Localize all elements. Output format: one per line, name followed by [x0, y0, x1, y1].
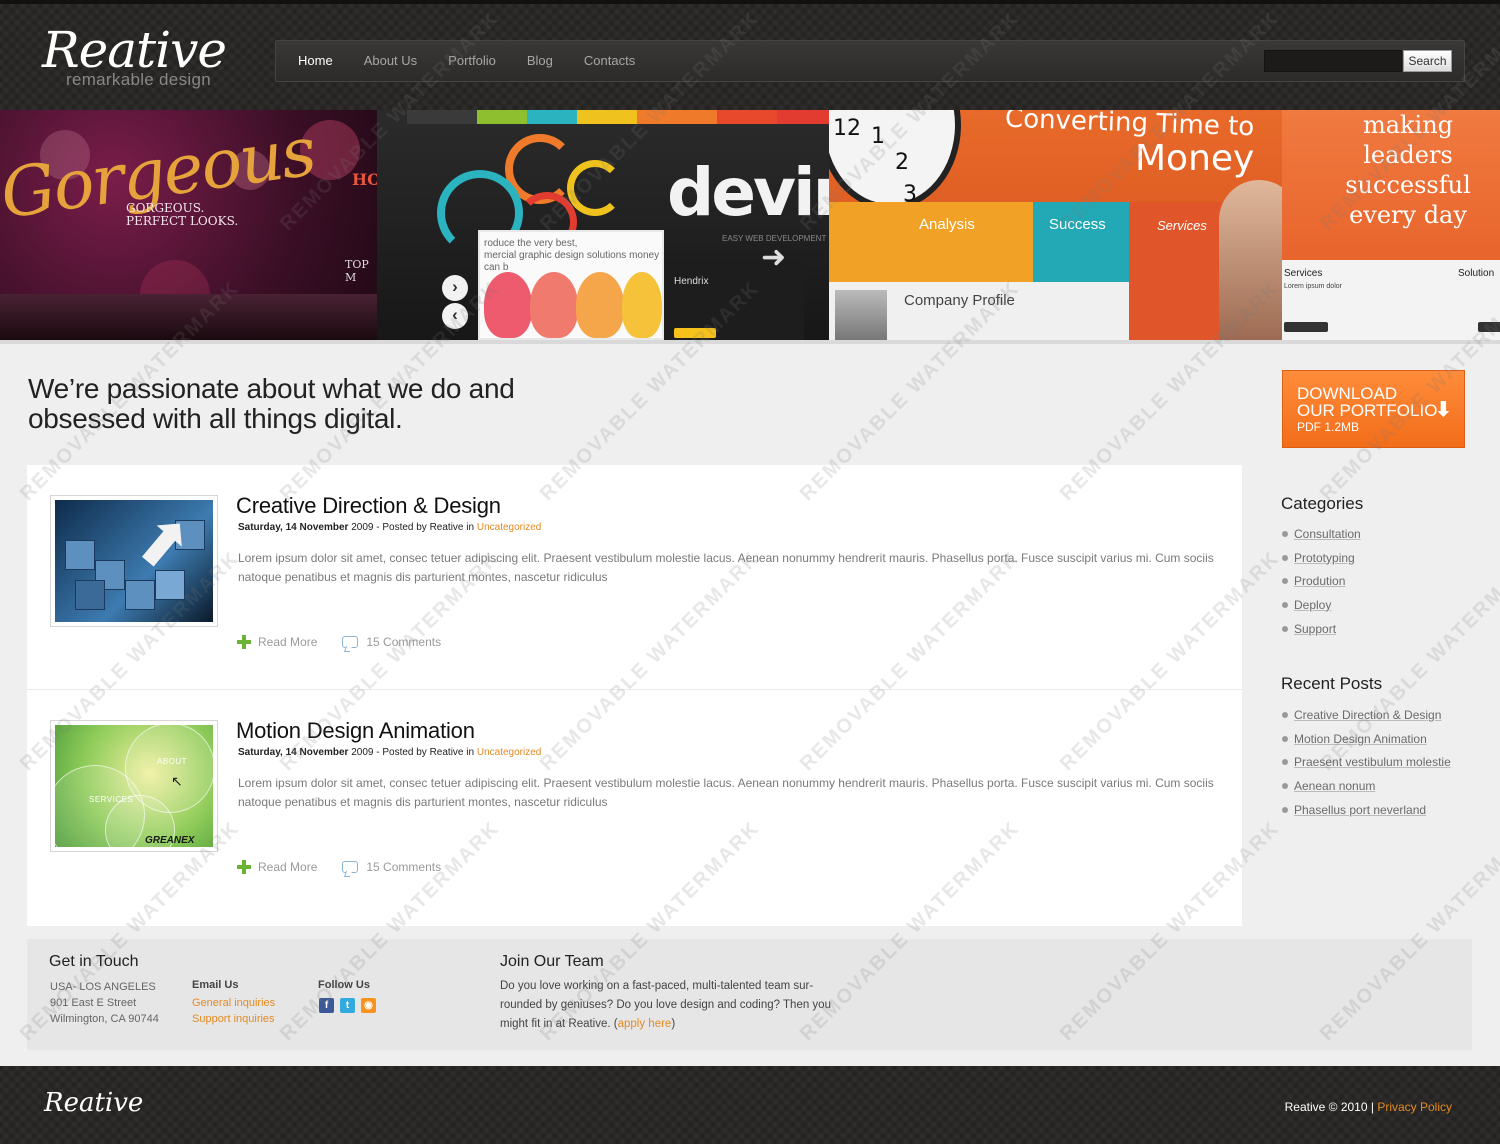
nav-home[interactable]: Home: [298, 53, 333, 68]
join-team-text: Do you love working on a fast-paced, mul…: [500, 980, 831, 1030]
search-button[interactable]: Search: [1403, 50, 1452, 72]
email-links: General inquiries Support inquiries: [192, 995, 275, 1027]
site-logo[interactable]: Reative remarkable design: [42, 22, 242, 94]
chevron-left-icon[interactable]: ‹: [442, 303, 468, 329]
portfolio-banner: Gorgeous GORGEOUS. PERFECT LOOKS. HO TOP…: [0, 110, 1500, 344]
recent-post-item[interactable]: Praesent vestibulum molestie: [1282, 750, 1451, 774]
plus-icon: [237, 635, 251, 649]
search-input[interactable]: [1264, 50, 1402, 72]
banner-tile: Analysis: [903, 202, 1033, 282]
recent-posts-list: Creative Direction & Design Motion Desig…: [1282, 703, 1451, 821]
comments-link[interactable]: 15 Comments: [366, 635, 441, 649]
category-item[interactable]: Consultation: [1282, 522, 1361, 546]
blog-post: ⬆ Creative Direction & Design Saturday, …: [27, 465, 1242, 689]
post-title[interactable]: Motion Design Animation: [236, 718, 475, 744]
recent-post-item[interactable]: Phasellus port neverland: [1282, 798, 1451, 822]
twitter-icon[interactable]: t: [340, 998, 355, 1013]
cursor-icon: ↖: [171, 773, 183, 789]
read-more-link[interactable]: Read More: [258, 635, 317, 649]
logo-tagline: remarkable design: [66, 70, 211, 89]
comments-icon: [342, 861, 359, 873]
post-thumbnail[interactable]: ABOUT SERVICES GREANEX ↖: [50, 720, 218, 852]
banner-leaders-columns: Services Lorem ipsum dolor Solution: [1282, 260, 1500, 340]
apply-here-link[interactable]: apply here: [618, 1018, 672, 1030]
plus-icon: [237, 860, 251, 874]
recent-post-item[interactable]: Motion Design Animation: [1282, 727, 1451, 751]
banner-leaders-heading: making leaders successful every day: [1345, 111, 1471, 229]
banner-photo-strip: [0, 294, 377, 340]
banner-panel-converting[interactable]: 12 1 2 3 Converting Time to Money Analys…: [829, 110, 1282, 340]
download-arrow-icon: ⬇: [1435, 399, 1452, 421]
banner-tile: [829, 202, 903, 282]
post-actions: Read More 15 Comments: [237, 860, 441, 874]
blog-post: ABOUT SERVICES GREANEX ↖ Motion Design A…: [27, 689, 1242, 913]
blog-posts: ⬆ Creative Direction & Design Saturday, …: [27, 465, 1242, 926]
get-in-touch-heading: Get in Touch: [49, 953, 139, 970]
categories-heading: Categories: [1281, 494, 1364, 513]
arrow-right-icon: ➜: [761, 241, 787, 274]
rss-icon[interactable]: ◉: [361, 998, 376, 1013]
download-portfolio-button[interactable]: DOWNLOAD OUR PORTFOLIO PDF 1.2MB ⬇: [1282, 370, 1465, 448]
address-block: USA- LOS ANGELES 901 East E Street Wilmi…: [50, 981, 159, 1025]
comments-icon: [342, 636, 359, 648]
greanex-logo: GREANEX: [145, 835, 195, 846]
intro-heading: We’re passionate about what we do and ob…: [28, 373, 515, 434]
banner-panel-devire[interactable]: devire EASY WEB DEVELOPMENT roduce the v…: [377, 110, 829, 340]
recent-post-item[interactable]: Creative Direction & Design: [1282, 703, 1451, 727]
recent-posts-heading: Recent Posts: [1281, 674, 1383, 693]
nav-about-us[interactable]: About Us: [364, 53, 417, 68]
email-us-heading: Email Us: [192, 979, 239, 991]
join-team-heading: Join Our Team: [500, 953, 604, 970]
category-item[interactable]: Prototyping: [1282, 546, 1361, 570]
arrow-up-icon: ⬆: [117, 500, 208, 591]
banner-devire-title: devire: [667, 154, 829, 231]
copyright: Reative © 2010 | Privacy Policy: [1284, 1100, 1452, 1114]
contact-strip: Get in Touch USA- LOS ANGELES 901 East E…: [27, 939, 1472, 1050]
post-actions: Read More 15 Comments: [237, 635, 441, 649]
banner-tile: Success: [1033, 202, 1143, 282]
chevron-right-icon[interactable]: ›: [442, 275, 468, 301]
portrait-image: [1219, 180, 1282, 340]
post-meta: Saturday, 14 November 2009 - Posted by R…: [238, 747, 542, 758]
portrait-image: [835, 290, 887, 340]
facebook-icon[interactable]: f: [319, 998, 334, 1013]
follow-us-heading: Follow Us: [318, 979, 370, 991]
banner-panel-leaders[interactable]: making leaders successful every day Serv…: [1282, 110, 1500, 340]
banner-subtitle: GORGEOUS. PERFECT LOOKS.: [126, 201, 239, 228]
banner-company-profile: Company Profile: [829, 282, 1129, 340]
social-links: f t ◉: [319, 998, 382, 1013]
post-category-link[interactable]: Uncategorized: [477, 522, 541, 533]
post-title[interactable]: Creative Direction & Design: [236, 493, 501, 519]
category-item[interactable]: Prodution: [1282, 569, 1361, 593]
nav-blog[interactable]: Blog: [527, 53, 553, 68]
post-meta: Saturday, 14 November 2009 - Posted by R…: [238, 522, 542, 533]
nav-portfolio[interactable]: Portfolio: [448, 53, 496, 68]
post-thumbnail[interactable]: ⬆: [50, 495, 218, 627]
banner-devire-card: roduce the very best, mercial graphic de…: [478, 230, 664, 340]
post-excerpt: Lorem ipsum dolor sit amet, consec tetue…: [238, 776, 1214, 809]
general-inquiries-link[interactable]: General inquiries: [192, 995, 275, 1011]
main-nav: Home About Us Portfolio Blog Contacts Se…: [275, 40, 1465, 82]
categories-list: Consultation Prototyping Prodution Deplo…: [1282, 522, 1361, 640]
banner-fragment: TOP M: [345, 258, 369, 284]
site-footer: Reative Reative © 2010 | Privacy Policy: [0, 1066, 1500, 1144]
footer-logo[interactable]: Reative: [44, 1088, 143, 1118]
read-more-link[interactable]: Read More: [258, 860, 317, 874]
banner-money-heading: Money: [1135, 138, 1255, 179]
support-inquiries-link[interactable]: Support inquiries: [192, 1011, 275, 1027]
site-header: Reative remarkable design Home About Us …: [0, 0, 1500, 110]
recent-post-item[interactable]: Aenean nonum: [1282, 774, 1451, 798]
banner-panel-gorgeous[interactable]: Gorgeous GORGEOUS. PERFECT LOOKS. HO TOP…: [0, 110, 377, 340]
post-excerpt: Lorem ipsum dolor sit amet, consec tetue…: [238, 551, 1214, 584]
banner-converting-heading: Converting Time to: [1004, 110, 1255, 143]
clock-icon: 12 1 2 3: [829, 110, 961, 210]
category-item[interactable]: Support: [1282, 617, 1361, 641]
post-category-link[interactable]: Uncategorized: [477, 747, 541, 758]
nav-contacts[interactable]: Contacts: [584, 53, 635, 68]
comments-link[interactable]: 15 Comments: [366, 860, 441, 874]
category-item[interactable]: Deploy: [1282, 593, 1361, 617]
banner-fragment: HO: [352, 170, 377, 189]
privacy-policy-link[interactable]: Privacy Policy: [1377, 1100, 1452, 1114]
